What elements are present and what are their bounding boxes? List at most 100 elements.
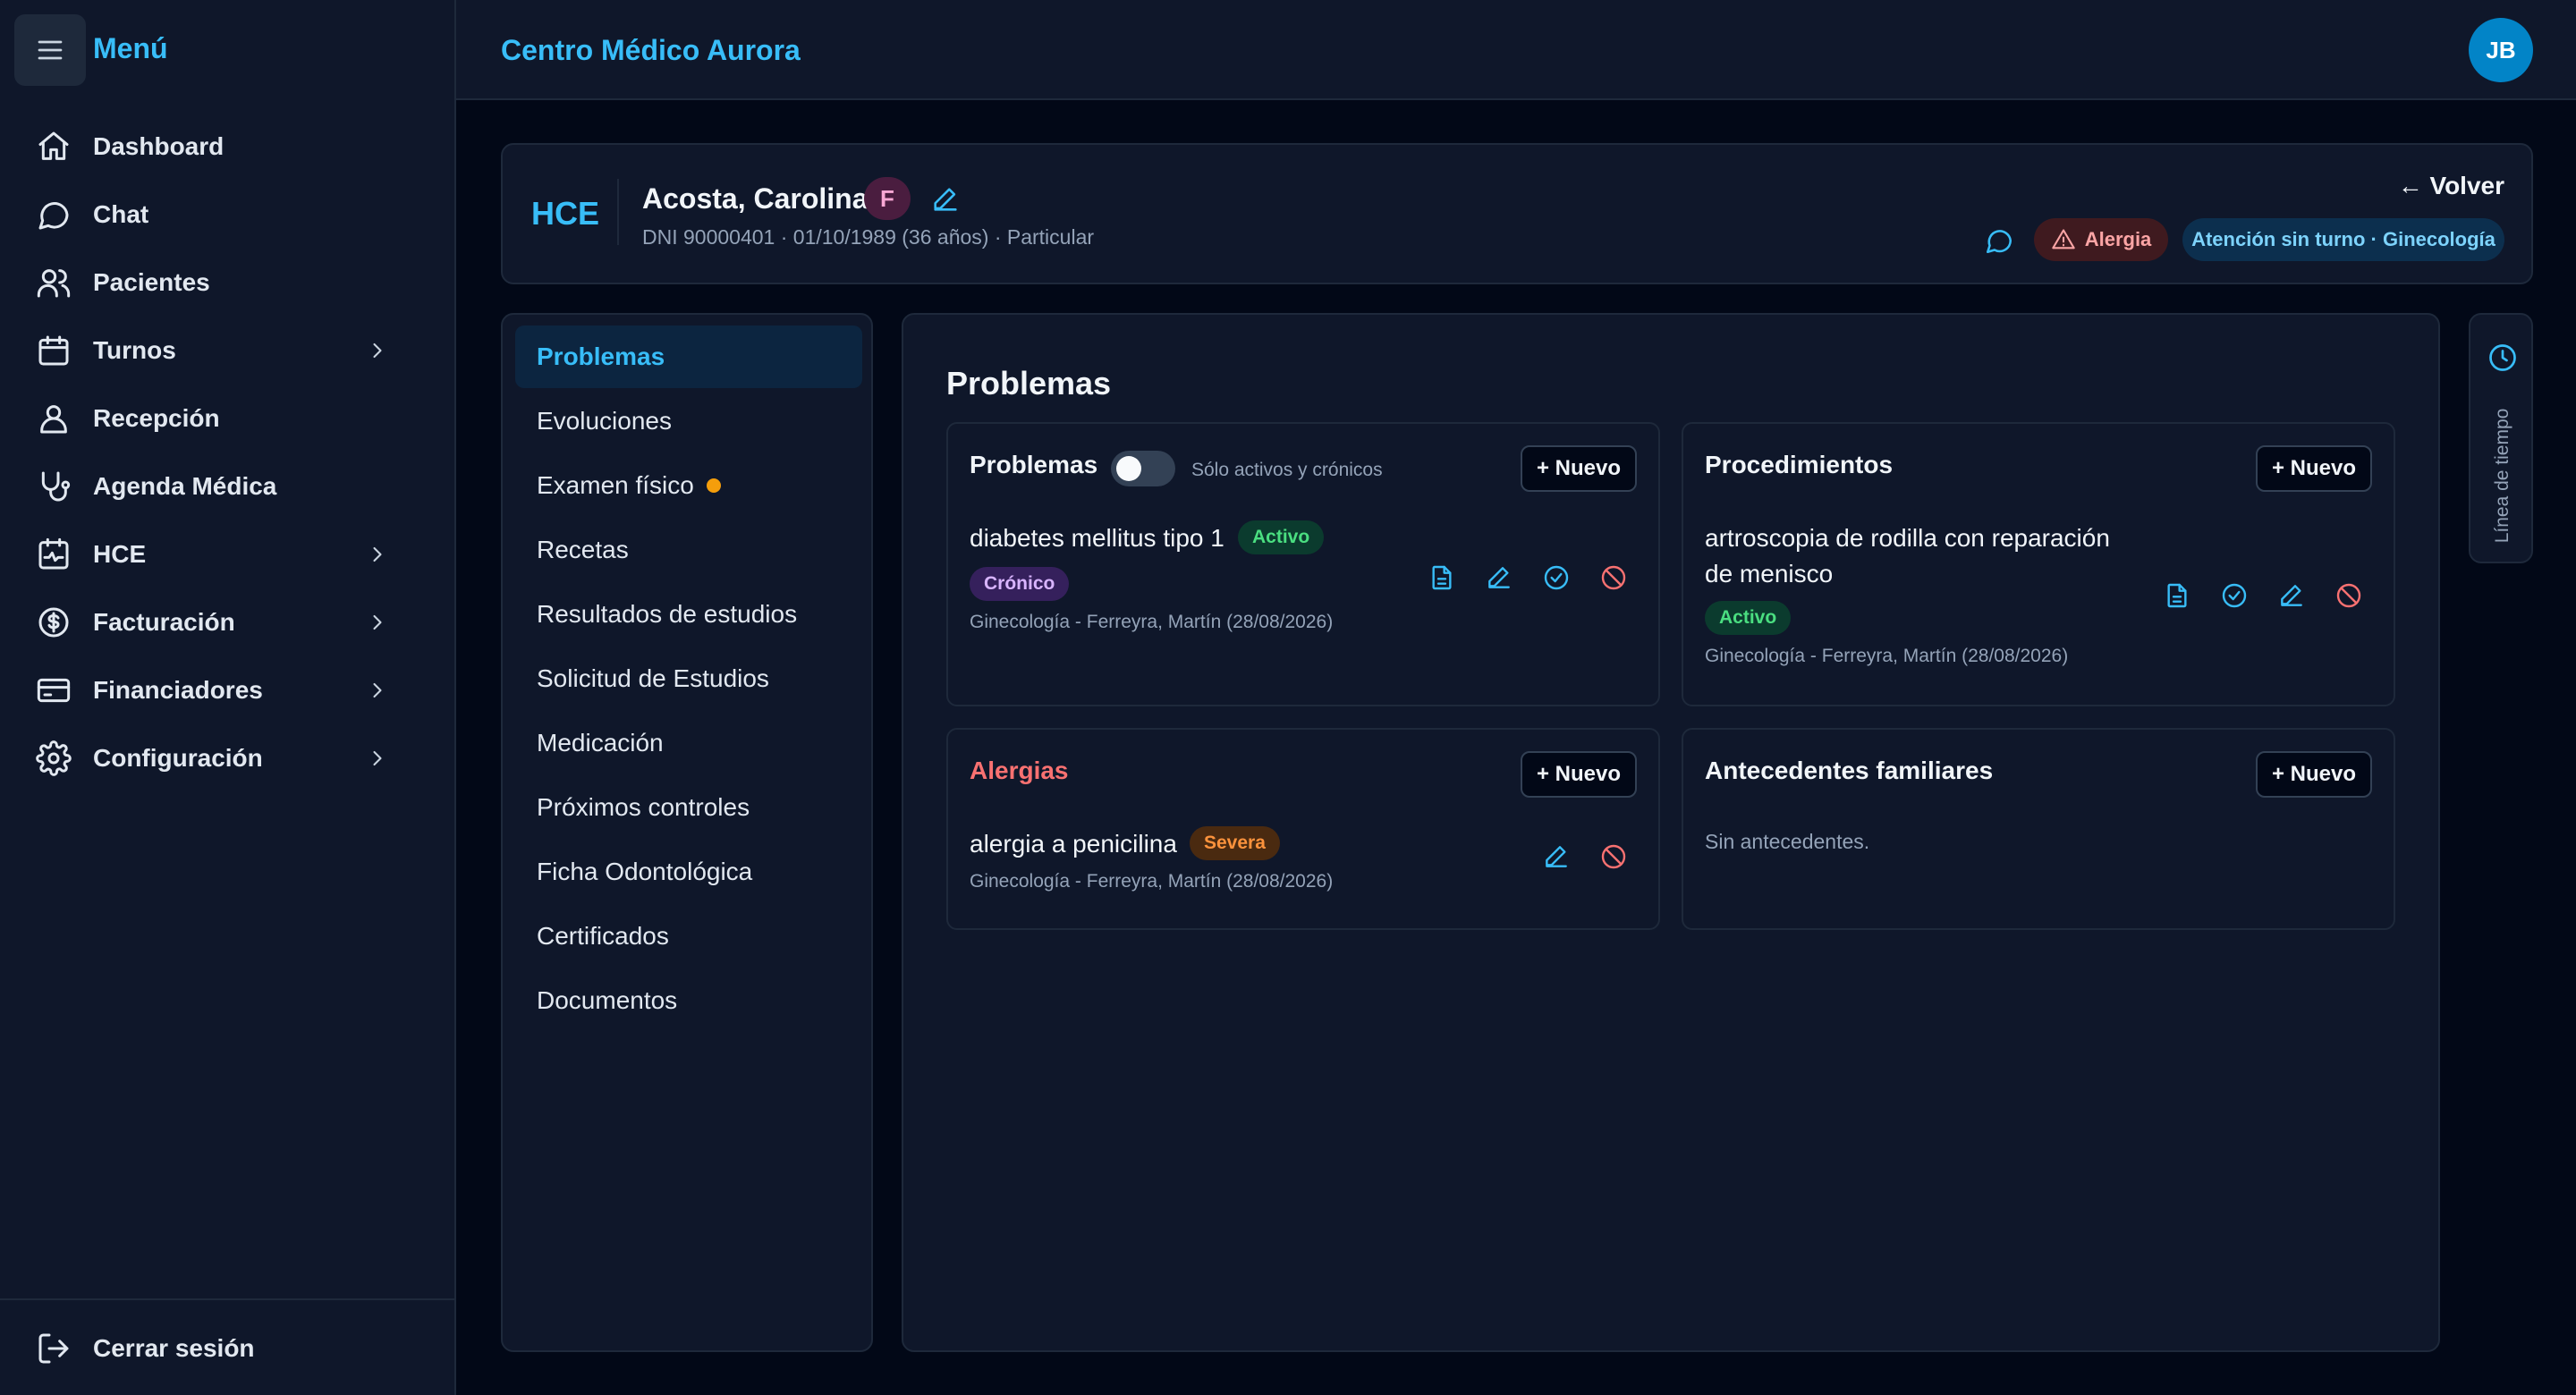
patient-meta: DNI 90000401 · 01/10/1989 (36 años) · Pa… <box>642 225 1095 249</box>
section-item-recetas[interactable]: Recetas <box>515 519 862 581</box>
sidebar-divider <box>0 1298 454 1300</box>
chat-icon[interactable] <box>1984 225 2014 256</box>
hamburger-icon <box>38 40 63 60</box>
family-history-title: Antecedentes familiares <box>1705 757 1994 784</box>
chevron-right-icon <box>373 682 382 698</box>
section-label: Medicación <box>537 729 664 757</box>
ban-icon[interactable] <box>2334 581 2363 610</box>
sidebar-item-recepcion[interactable]: Recepción <box>14 390 428 447</box>
dollar-icon <box>38 607 69 638</box>
section-item-medicacion[interactable]: Medicación <box>515 712 862 774</box>
chevron-right-icon <box>373 546 382 562</box>
sidebar-item-label: Agenda Médica <box>93 472 277 500</box>
sidebar-item-label: Financiadores <box>93 676 263 704</box>
pending-dot <box>706 478 721 493</box>
document-icon[interactable] <box>2163 581 2191 610</box>
allergy-name: alergia a penicilina <box>970 830 1177 858</box>
check-circle-icon[interactable] <box>2220 581 2249 610</box>
family-history-card: Antecedentes familiares + Nuevo Sin ante… <box>1682 728 2395 930</box>
ban-icon[interactable] <box>1599 842 1628 871</box>
user-icon <box>40 405 67 434</box>
procedures-card: Procedimientos + Nuevo artroscopia de ro… <box>1682 422 2395 706</box>
edit-icon[interactable] <box>2277 581 2306 610</box>
section-item-resultados[interactable]: Resultados de estudios <box>515 583 862 646</box>
brand-name[interactable]: Centro Médico Aurora <box>501 34 801 67</box>
new-procedure-button[interactable]: + Nuevo <box>2256 445 2372 492</box>
active-filter-toggle[interactable] <box>1111 451 1175 486</box>
section-label: Problemas <box>537 342 665 370</box>
logout-label: Cerrar sesión <box>93 1334 255 1362</box>
clock-icon <box>2489 344 2516 371</box>
menu-title: Menú <box>93 32 168 64</box>
menu-toggle-button[interactable] <box>14 14 86 86</box>
sidebar-item-label: HCE <box>93 540 147 568</box>
patient-name: Acosta, Carolina <box>642 182 869 215</box>
sidebar-item-label: Facturación <box>93 608 235 636</box>
sidebar-item-label: Pacientes <box>93 268 210 296</box>
empty-state-text: Sin antecedentes. <box>1705 830 1870 853</box>
chevron-right-icon <box>373 750 382 766</box>
sidebar-item-label: Chat <box>93 200 149 228</box>
toggle-label: Sólo activos y crónicos <box>1191 460 1383 480</box>
ban-icon[interactable] <box>1599 563 1628 592</box>
check-circle-icon[interactable] <box>1542 563 1571 592</box>
sidebar-item-agenda-medica[interactable]: Agenda Médica <box>14 458 428 515</box>
section-item-problemas[interactable]: Problemas <box>515 326 862 388</box>
section-item-certificados[interactable]: Certificados <box>515 905 862 968</box>
section-item-proximos-controles[interactable]: Próximos controles <box>515 776 862 839</box>
sidebar-item-configuracion[interactable]: Configuración <box>14 730 428 787</box>
section-item-solicitud-estudios[interactable]: Solicitud de Estudios <box>515 647 862 710</box>
toggle-knob <box>1116 456 1141 481</box>
chevron-right-icon <box>373 614 382 630</box>
sidebar-item-label: Turnos <box>93 336 176 364</box>
procedures-title: Procedimientos <box>1705 451 1894 478</box>
problems-title: Problemas <box>970 451 1098 478</box>
logout-button[interactable]: Cerrar sesión <box>14 1320 428 1377</box>
users-icon <box>37 269 71 298</box>
user-avatar[interactable]: JB <box>2469 18 2533 82</box>
timeline-tab[interactable]: Línea de tiempo <box>2469 313 2533 563</box>
sidebar-item-dashboard[interactable]: Dashboard <box>14 118 428 175</box>
chevron-right-icon <box>373 342 382 359</box>
logout-icon <box>38 1333 69 1364</box>
page-title: Problemas <box>946 365 1112 402</box>
allergies-card: Alergias + Nuevo alergia a penicilina Se… <box>946 728 1660 930</box>
sidebar-item-financiadores[interactable]: Financiadores <box>14 662 428 719</box>
sidebar-item-turnos[interactable]: Turnos <box>14 322 428 379</box>
new-family-history-button[interactable]: + Nuevo <box>2256 751 2372 798</box>
new-problem-button[interactable]: + Nuevo <box>1521 445 1637 492</box>
problems-card: Problemas Sólo activos y crónicos + Nuev… <box>946 422 1660 706</box>
allergy-meta: Ginecología - Ferreyra, Martín (28/08/20… <box>970 871 1334 892</box>
status-badge: Activo <box>1705 601 1792 635</box>
sidebar-item-hce[interactable]: HCE <box>14 526 428 583</box>
section-label: Certificados <box>537 922 669 950</box>
sidebar-item-pacientes[interactable]: Pacientes <box>14 254 428 311</box>
edit-icon[interactable] <box>1485 563 1513 592</box>
section-item-ficha-odontologica[interactable]: Ficha Odontológica <box>515 841 862 903</box>
sidebar-item-label: Configuración <box>93 744 263 772</box>
sidebar-item-facturacion[interactable]: Facturación <box>14 594 428 651</box>
edit-patient-icon[interactable] <box>930 184 961 215</box>
problem-name: diabetes mellitus tipo 1 <box>970 524 1224 552</box>
back-link[interactable]: ← Volver <box>2398 172 2504 200</box>
allergy-badge[interactable]: Alergia <box>2034 218 2168 261</box>
allergies-title: Alergias <box>970 757 1069 784</box>
section-item-documentos[interactable]: Documentos <box>515 969 862 1032</box>
section-item-evoluciones[interactable]: Evoluciones <box>515 390 862 452</box>
section-menu: Problemas Evoluciones Examen físico Rece… <box>501 313 873 1352</box>
section-label: Ficha Odontológica <box>537 858 753 885</box>
section-item-examen-fisico[interactable]: Examen físico <box>515 454 862 517</box>
sidebar-item-label: Recepción <box>93 404 220 432</box>
sidebar-item-label: Dashboard <box>93 132 225 160</box>
section-label: Solicitud de Estudios <box>537 664 769 692</box>
sidebar-item-chat[interactable]: Chat <box>14 186 428 243</box>
main-panel: Problemas Problemas Sólo activos y cróni… <box>902 313 2440 1352</box>
severity-badge: Severa <box>1190 826 1280 860</box>
edit-icon[interactable] <box>1542 842 1571 871</box>
document-icon[interactable] <box>1428 563 1456 592</box>
section-label: Recetas <box>537 536 629 563</box>
chat-icon <box>38 202 69 230</box>
timeline-label: Línea de tiempo <box>2492 408 2512 544</box>
gear-icon <box>36 740 72 776</box>
new-allergy-button[interactable]: + Nuevo <box>1521 751 1637 798</box>
